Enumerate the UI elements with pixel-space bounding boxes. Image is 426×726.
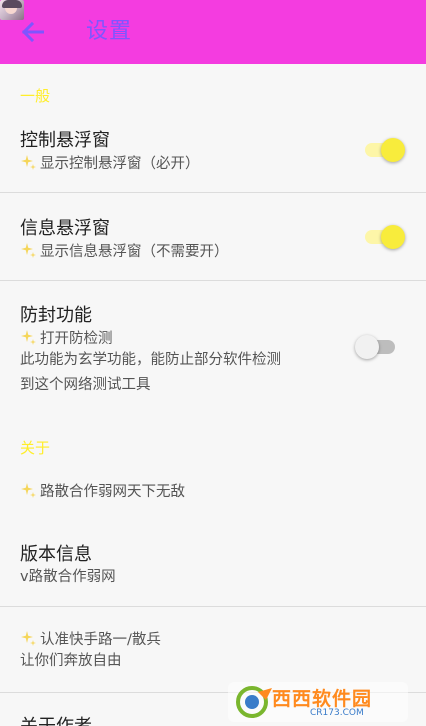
divider <box>0 192 426 193</box>
anti-block-toggle[interactable] <box>355 333 395 361</box>
setting-title: 控制悬浮窗 <box>20 130 110 151</box>
section-label-about: 关于 <box>20 439 51 457</box>
toggle-thumb <box>381 138 405 162</box>
watermark-text: 西西软件园 <box>272 688 373 710</box>
watermark-logo: 西西软件园 CR173.COM <box>228 682 408 722</box>
kuaishou-subtitle-row: 认准快手路一/散兵 <box>20 628 161 649</box>
control-window-toggle[interactable] <box>365 136 405 164</box>
version-title: 版本信息 <box>20 544 92 565</box>
setting-description: 此功能为玄学功能，能防止部分软件检测 <box>20 352 281 368</box>
setting-subtitle-row: 打开防检测 <box>20 327 113 348</box>
watermark-subtext: CR173.COM <box>310 708 364 718</box>
setting-subtitle: 打开防检测 <box>40 331 113 347</box>
sparkle-icon <box>21 631 36 646</box>
sparkle-icon <box>21 483 36 498</box>
kuaishou-text: 认准快手路一/散兵 <box>40 632 161 648</box>
toggle-thumb <box>355 335 379 359</box>
version-value: v路散合作弱网 <box>20 569 116 585</box>
app-bar: 设置 <box>0 0 426 64</box>
sparkle-icon <box>21 155 36 170</box>
divider <box>0 280 426 281</box>
about-motto-text: 路散合作弱网天下无敌 <box>40 484 185 500</box>
about-motto[interactable]: 路散合作弱网天下无敌 <box>20 480 185 501</box>
section-label-general: 一般 <box>20 87 51 105</box>
setting-description: 到这个网络测试工具 <box>20 377 151 393</box>
setting-subtitle: 显示控制悬浮窗（必开） <box>40 156 200 172</box>
toggle-thumb <box>381 225 405 249</box>
arrow-left-icon <box>22 22 44 42</box>
setting-title: 信息悬浮窗 <box>20 218 110 239</box>
sparkle-icon <box>21 243 36 258</box>
setting-title: 防封功能 <box>20 305 92 326</box>
setting-subtitle-row: 显示信息悬浮窗（不需要开） <box>20 240 229 261</box>
setting-subtitle: 显示信息悬浮窗（不需要开） <box>40 244 229 260</box>
divider <box>0 606 426 607</box>
setting-subtitle-row: 显示控制悬浮窗（必开） <box>20 152 200 173</box>
kuaishou-desc: 让你们奔放自由 <box>20 653 122 669</box>
watermark-emblem-icon <box>236 686 272 718</box>
about-author[interactable]: 关于作者 <box>20 712 92 726</box>
back-button[interactable] <box>18 17 48 47</box>
info-window-toggle[interactable] <box>365 223 405 251</box>
page-title: 设置 <box>86 19 133 44</box>
sparkle-icon <box>21 330 36 345</box>
